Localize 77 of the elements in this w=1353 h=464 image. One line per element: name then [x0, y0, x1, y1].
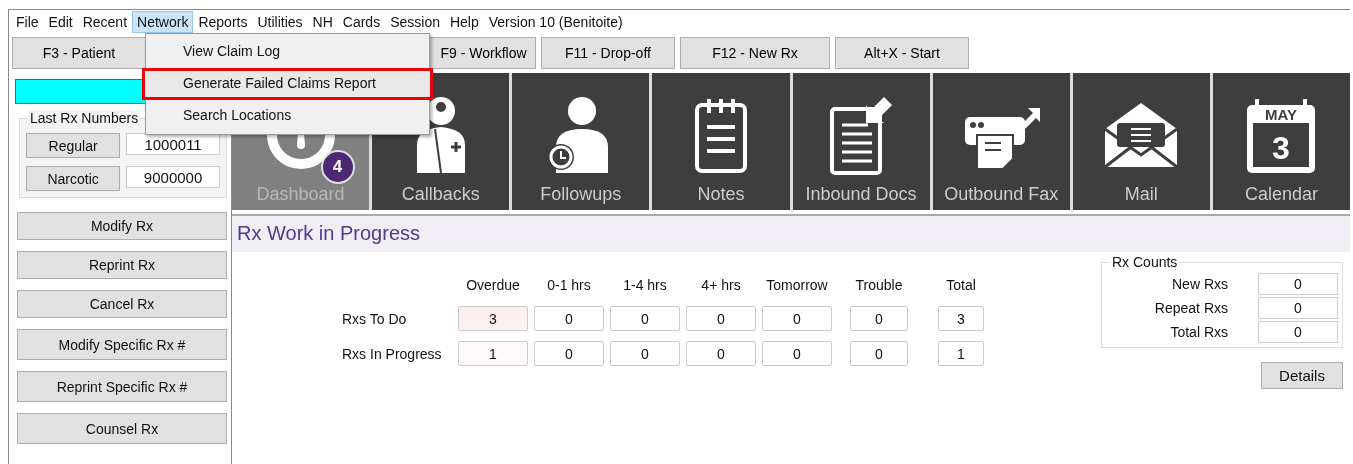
menu-item[interactable]: Cards	[337, 11, 386, 33]
menu-item[interactable]: NH	[307, 11, 338, 33]
row-label: Rxs In Progress	[342, 345, 443, 362]
count-label: New Rxs	[1171, 276, 1228, 292]
menu-item[interactable]: Generate Failed Claims Report	[142, 68, 433, 100]
tile-label: Mail	[1124, 184, 1158, 205]
count-field: 0	[850, 341, 908, 366]
toolbar-button[interactable]: Alt+X - Start	[835, 36, 969, 69]
count-field: 3	[458, 306, 528, 331]
calendar-icon	[1247, 97, 1316, 173]
column-header: 0-1 hrs	[546, 277, 592, 293]
count-field: 1	[458, 341, 528, 366]
count-field: 0	[1258, 321, 1338, 343]
menu-item[interactable]: Help	[444, 11, 484, 33]
day-label: 3	[1272, 130, 1291, 166]
nav-tile[interactable]: Notes	[652, 73, 790, 210]
count-field: 0	[850, 306, 908, 331]
action-button[interactable]: Modify Rx	[17, 212, 227, 240]
rx-type-button[interactable]: Regular	[26, 133, 121, 158]
action-button[interactable]: Modify Specific Rx #	[17, 329, 227, 360]
column-header: 4+ hrs	[700, 277, 742, 293]
action-button[interactable]: Reprint Specific Rx #	[17, 371, 227, 402]
column-header: Trouble	[854, 277, 904, 293]
menu-item[interactable]: Network	[132, 11, 194, 33]
column-header: 1-4 hrs	[622, 277, 668, 293]
count-field: 0	[610, 341, 680, 366]
menu-item[interactable]: File	[11, 11, 44, 33]
column-header: Tomorrow	[765, 277, 829, 293]
group-title: Rx Counts	[1110, 254, 1180, 270]
menu-item[interactable]: Version 10 (Benitoite)	[483, 11, 628, 33]
count-field: 0	[762, 306, 832, 331]
group-title: Last Rx Numbers	[28, 110, 141, 126]
count-field: 3	[938, 306, 984, 331]
nav-tile[interactable]: MAY 3 Calendar	[1212, 73, 1350, 210]
action-button[interactable]: Reprint Rx	[17, 251, 227, 279]
nav-tile[interactable]: Inbound Docs	[792, 73, 930, 210]
count-label: Total Rxs	[1169, 324, 1228, 340]
nav-tile[interactable]: Followups	[512, 73, 650, 210]
menu-item[interactable]: Edit	[43, 11, 78, 33]
count-field: 1	[938, 341, 984, 366]
rx-number-field[interactable]: 1000011	[126, 133, 220, 155]
toolbar-button[interactable]: F11 - Drop-off	[541, 36, 675, 69]
row-label: Rxs To Do	[342, 310, 408, 327]
count-field: 0	[534, 341, 604, 366]
menu-item[interactable]: Utilities	[252, 11, 308, 33]
count-badge: 4	[320, 150, 355, 184]
count-field: 0	[534, 306, 604, 331]
count-label: Repeat Rxs	[1153, 300, 1228, 316]
panel-title: Rx Work in Progress	[232, 216, 1350, 252]
tile-label: Outbound Fax	[944, 184, 1059, 205]
column-header: Overdue	[465, 277, 521, 293]
tile-label: Inbound Docs	[805, 184, 917, 205]
tile-label: Dashboard	[256, 184, 345, 205]
count-field: 0	[1258, 273, 1338, 295]
menu-item[interactable]: Session	[385, 11, 445, 33]
month-label: MAY	[1265, 106, 1298, 123]
action-button[interactable]: Counsel Rx	[17, 413, 227, 444]
action-button[interactable]: Cancel Rx	[17, 290, 227, 318]
nav-tile[interactable]: Mail	[1072, 73, 1210, 210]
count-field: 0	[686, 306, 756, 331]
column-header: Total	[945, 277, 977, 293]
count-field: 0	[762, 341, 832, 366]
menu-item[interactable]: Reports	[193, 11, 253, 33]
rx-type-button[interactable]: Narcotic	[26, 166, 121, 191]
toolbar-button[interactable]: F3 - Patient	[12, 36, 146, 69]
tile-label: Followups	[540, 184, 622, 205]
toolbar-button[interactable]: F12 - New Rx	[680, 36, 830, 69]
count-field: 0	[686, 341, 756, 366]
menu-item[interactable]: Recent	[77, 11, 133, 33]
tile-label: Callbacks	[401, 184, 480, 205]
rx-number-field[interactable]: 9000000	[126, 166, 220, 188]
details-button[interactable]: Details	[1261, 362, 1343, 389]
count-field: 0	[1258, 297, 1338, 319]
nav-tile[interactable]: Outbound Fax	[932, 73, 1070, 210]
count-field: 0	[610, 306, 680, 331]
tile-label: Calendar	[1244, 184, 1318, 205]
tile-label: Notes	[697, 184, 745, 205]
